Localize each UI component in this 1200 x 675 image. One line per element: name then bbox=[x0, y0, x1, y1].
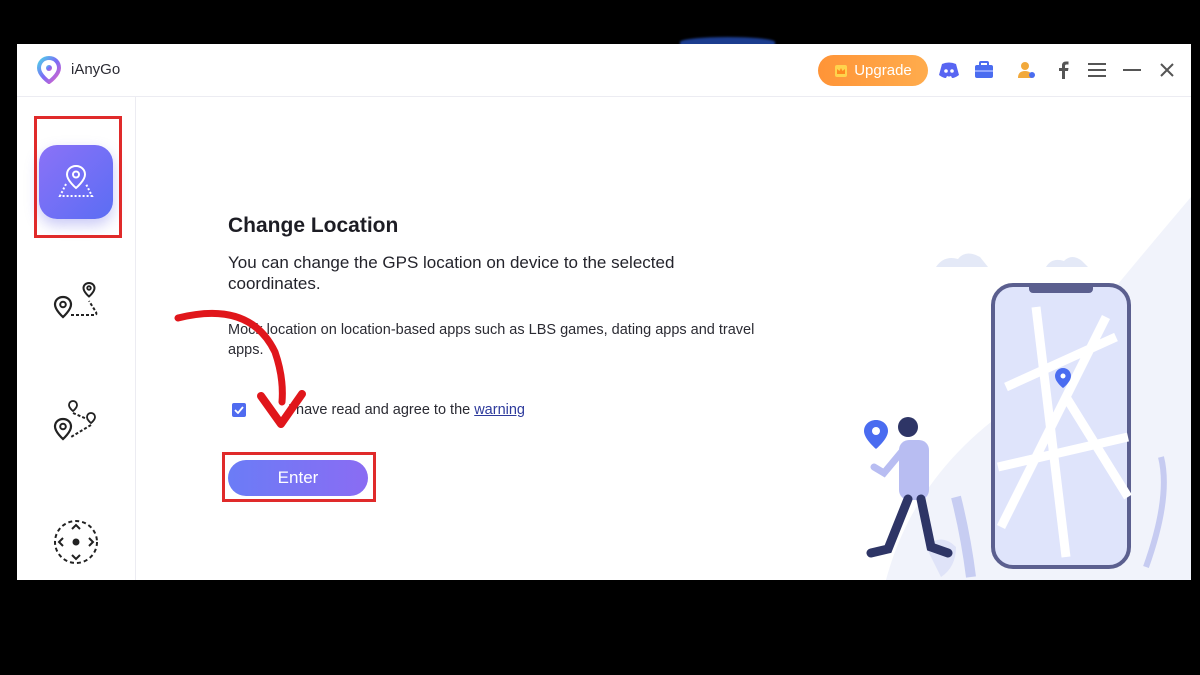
menu-icon[interactable] bbox=[1086, 59, 1108, 81]
account-icon[interactable] bbox=[1015, 59, 1037, 81]
sidebar-item-multi-spot[interactable] bbox=[17, 377, 135, 467]
upgrade-button[interactable]: Upgrade bbox=[818, 55, 928, 86]
app-name: iAnyGo bbox=[71, 61, 121, 78]
titlebar: iAnyGo Upgrade bbox=[17, 44, 1191, 97]
warning-link[interactable]: warning bbox=[474, 402, 525, 418]
note-text: Mock location on location-based apps suc… bbox=[228, 322, 755, 358]
multi-spot-route-icon bbox=[53, 400, 96, 441]
agree-checkbox[interactable] bbox=[232, 403, 246, 417]
description-text: You can change the GPS location on devic… bbox=[228, 253, 675, 293]
main-content: Change Location You can change the GPS l… bbox=[136, 97, 1191, 580]
joystick-icon bbox=[54, 520, 98, 564]
highlight-box-sidebar bbox=[34, 116, 122, 238]
close-icon[interactable] bbox=[1156, 59, 1178, 81]
toolbox-icon[interactable] bbox=[973, 59, 995, 81]
person-phone-illustration bbox=[864, 197, 1191, 580]
page-title: Change Location bbox=[228, 214, 399, 237]
agree-text: I have read and agree to the bbox=[288, 402, 471, 418]
crown-icon bbox=[834, 64, 848, 78]
highlight-box-enter bbox=[222, 452, 376, 502]
sidebar-item-single-spot[interactable] bbox=[17, 257, 135, 347]
app-window: iAnyGo Upgrade Change Location You can c… bbox=[17, 44, 1191, 580]
sidebar-item-joystick[interactable] bbox=[17, 497, 135, 580]
upgrade-label: Upgrade bbox=[854, 62, 912, 79]
app-logo-icon bbox=[36, 56, 62, 84]
facebook-icon[interactable] bbox=[1052, 59, 1074, 81]
agreement-row: I have read and agree to the warning bbox=[232, 402, 525, 418]
check-icon bbox=[234, 406, 244, 414]
two-spot-route-icon bbox=[53, 281, 98, 319]
discord-icon[interactable] bbox=[938, 59, 960, 81]
minimize-icon[interactable] bbox=[1121, 59, 1143, 81]
